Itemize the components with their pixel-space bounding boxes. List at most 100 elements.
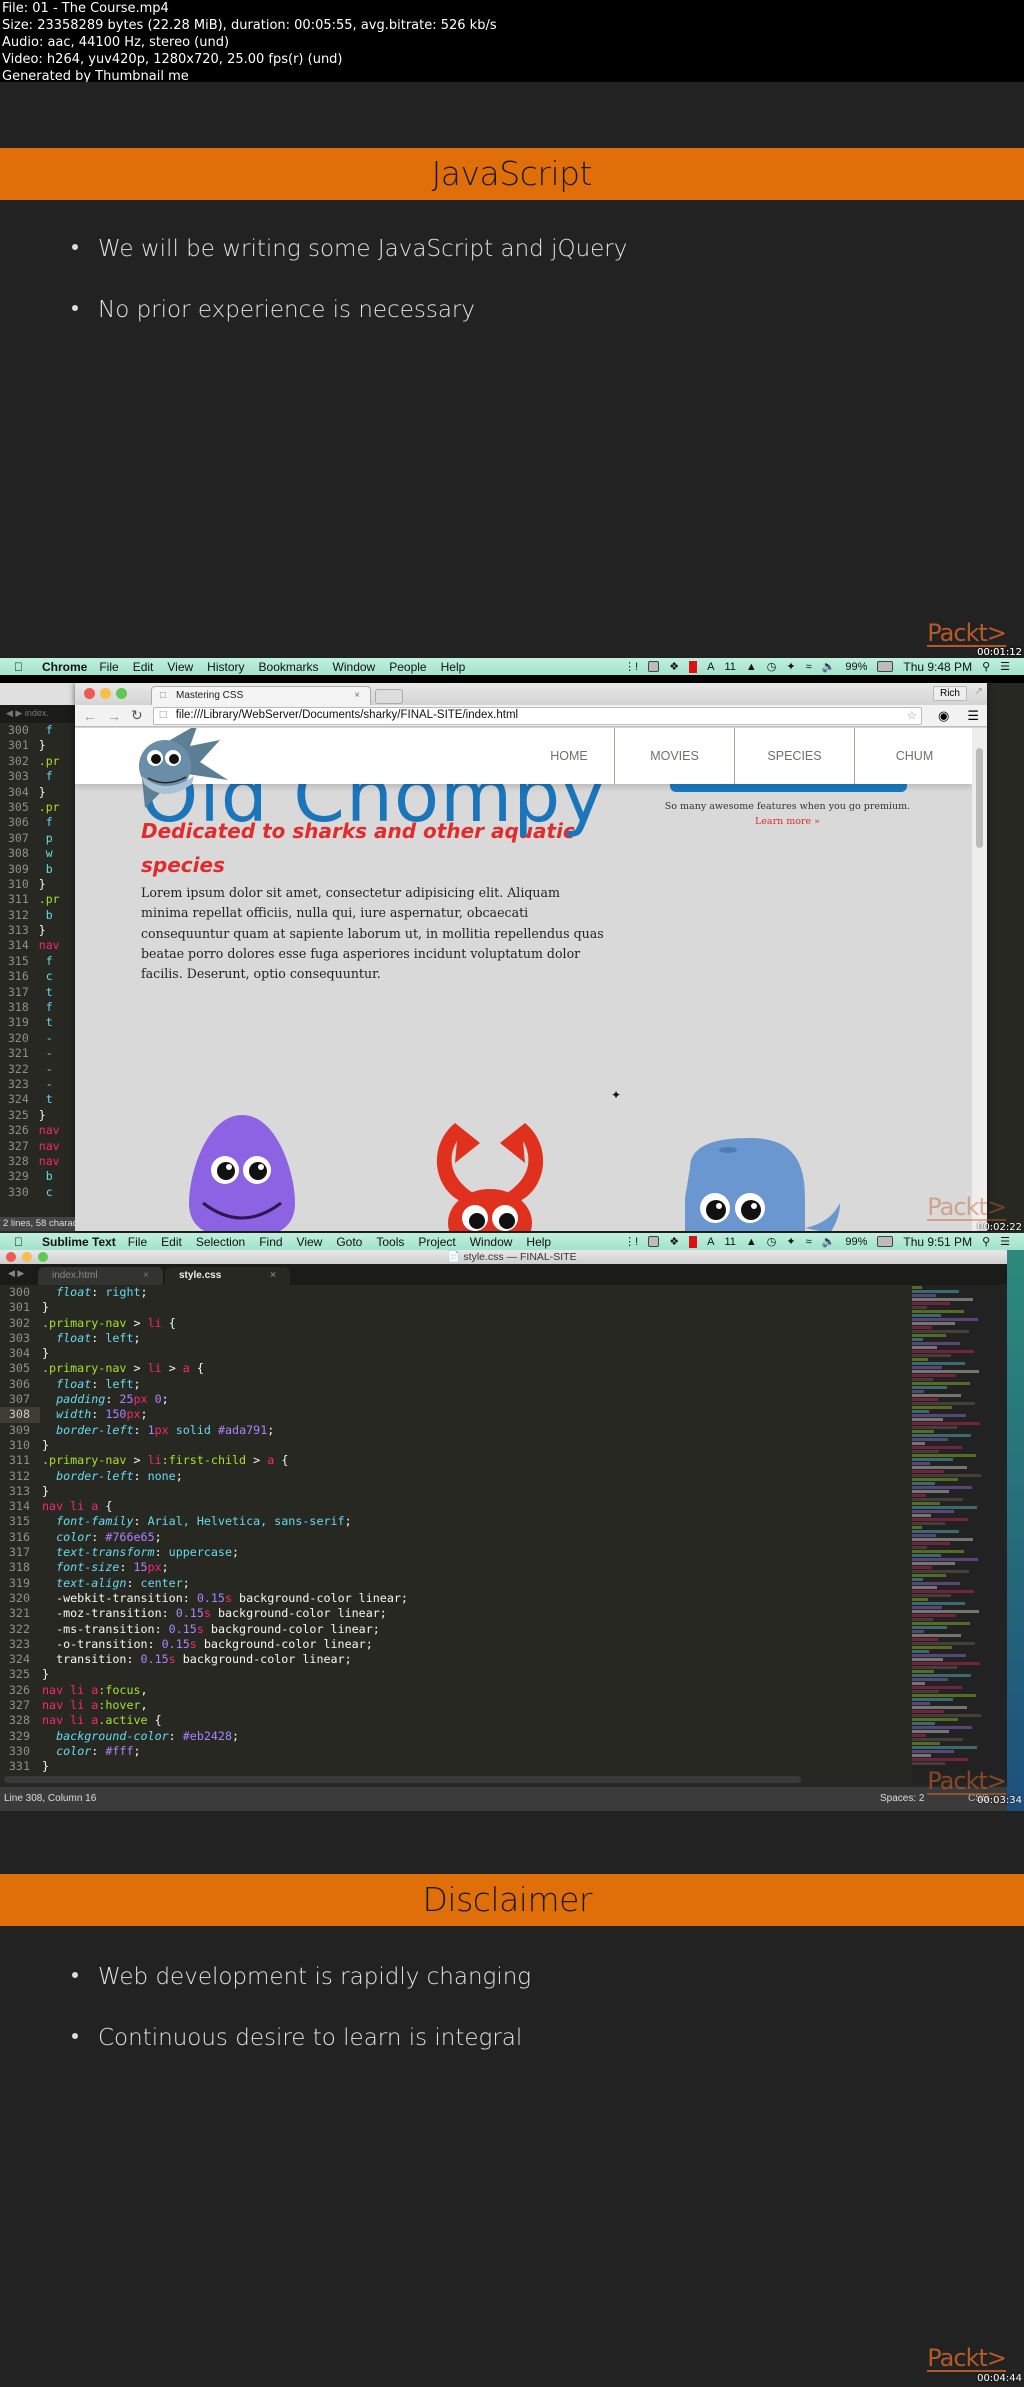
- spotlight-icon[interactable]: ⚲: [982, 660, 990, 674]
- app-menu-chrome[interactable]: Chrome: [42, 660, 87, 674]
- menu-edit[interactable]: Edit: [161, 1235, 182, 1249]
- new-tab-button[interactable]: [375, 689, 403, 704]
- code-line[interactable]: 319 text-align: center;: [0, 1576, 910, 1591]
- time-machine-icon[interactable]: ◷: [767, 1235, 777, 1249]
- code-line[interactable]: 316 color: #766e65;: [0, 1530, 910, 1545]
- nav-movies[interactable]: MOVIES: [614, 728, 734, 784]
- code-line[interactable]: 320 -webkit-transition: 0.15s background…: [0, 1591, 910, 1606]
- extension-icon[interactable]: ◉: [938, 708, 949, 724]
- adobe-icon[interactable]: A: [707, 660, 714, 674]
- menubar-clock[interactable]: Thu 9:51 PM: [903, 1235, 972, 1249]
- code-line[interactable]: 312 border-left: none;: [0, 1469, 910, 1484]
- menu-window[interactable]: Window: [470, 1235, 513, 1249]
- code-line[interactable]: 329 background-color: #eb2428;: [0, 1729, 910, 1744]
- profile-button[interactable]: Rich: [932, 686, 967, 701]
- code-line[interactable]: 303 float: left;: [0, 1331, 910, 1346]
- battery-icon[interactable]: [877, 661, 894, 672]
- code-line[interactable]: 314 nav li a {: [0, 1499, 910, 1514]
- code-line[interactable]: 328 nav li a.active {: [0, 1713, 910, 1728]
- code-line[interactable]: 304}: [0, 1346, 910, 1361]
- bell-icon[interactable]: ▲: [746, 1235, 757, 1249]
- menu-selection[interactable]: Selection: [196, 1235, 245, 1249]
- code-line[interactable]: 324 transition: 0.15s background-color l…: [0, 1652, 910, 1667]
- code-line[interactable]: 302 .primary-nav > li {: [0, 1316, 910, 1331]
- nav-chum[interactable]: CHUM: [854, 728, 972, 784]
- code-line[interactable]: 301}: [0, 1300, 910, 1315]
- code-line[interactable]: 315 font-family: Arial, Helvetica, sans-…: [0, 1514, 910, 1529]
- nav-home[interactable]: HOME: [509, 728, 629, 784]
- minimize-window-icon[interactable]: [22, 1252, 32, 1262]
- dropbox-icon[interactable]: ❖: [669, 1235, 679, 1249]
- learn-more-link[interactable]: Learn more »: [635, 816, 940, 827]
- volume-icon[interactable]: 🔈: [822, 1235, 836, 1249]
- bell-icon[interactable]: ▲: [746, 660, 757, 674]
- bluetooth-icon[interactable]: ✦: [786, 1235, 795, 1249]
- menu-window[interactable]: Window: [333, 660, 376, 674]
- minimize-window-icon[interactable]: [100, 688, 111, 699]
- tab-index-html[interactable]: index.html ×: [38, 1267, 163, 1285]
- code-line[interactable]: 307 padding: 25px 0;: [0, 1392, 910, 1407]
- chrome-menu-icon[interactable]: ☰: [967, 708, 979, 724]
- recording-icon[interactable]: [689, 1235, 698, 1248]
- indentation-setting[interactable]: Spaces: 2: [880, 1787, 924, 1811]
- apple-icon[interactable]: : [14, 1235, 32, 1249]
- code-line[interactable]: 327 nav li a:hover,: [0, 1698, 910, 1713]
- code-line[interactable]: 322 -ms-transition: 0.15s background-col…: [0, 1622, 910, 1637]
- code-line[interactable]: 306 float: left;: [0, 1377, 910, 1392]
- code-line[interactable]: 331}: [0, 1759, 910, 1774]
- code-line[interactable]: 313}: [0, 1484, 910, 1499]
- code-line[interactable]: 317 text-transform: uppercase;: [0, 1545, 910, 1560]
- menu-goto[interactable]: Goto: [336, 1235, 362, 1249]
- menu-project[interactable]: Project: [418, 1235, 455, 1249]
- bluetooth-icon[interactable]: ✦: [786, 660, 795, 674]
- apple-icon[interactable]: : [14, 660, 32, 674]
- fullscreen-icon[interactable]: ↗: [975, 686, 983, 697]
- tab-close-icon[interactable]: ×: [270, 1270, 276, 1281]
- reload-icon[interactable]: ↻: [131, 707, 143, 724]
- back-icon[interactable]: ←: [83, 708, 97, 724]
- menu-tools[interactable]: Tools: [376, 1235, 404, 1249]
- code-line[interactable]: 318 font-size: 15px;: [0, 1560, 910, 1575]
- nav-species[interactable]: SPECIES: [734, 728, 854, 784]
- menu-help[interactable]: Help: [441, 660, 466, 674]
- shark-logo-icon[interactable]: [120, 728, 240, 818]
- menu-edit[interactable]: Edit: [133, 660, 154, 674]
- code-line[interactable]: 309 border-left: 1px solid #ada791;: [0, 1423, 910, 1438]
- minimap[interactable]: [912, 1285, 1007, 1785]
- code-line[interactable]: 330 color: #fff;: [0, 1744, 910, 1759]
- bookmark-star-icon[interactable]: ☆: [907, 708, 917, 722]
- menu-help[interactable]: Help: [526, 1235, 551, 1249]
- forward-icon[interactable]: →: [107, 708, 121, 724]
- battery-icon[interactable]: [877, 1236, 894, 1247]
- wifi-icon[interactable]: ≈: [806, 1235, 812, 1249]
- address-bar[interactable]: □ file:///Library/WebServer/Documents/sh…: [152, 706, 922, 725]
- menu-view[interactable]: View: [167, 660, 193, 674]
- close-window-icon[interactable]: [84, 688, 95, 699]
- airplay-icon[interactable]: [648, 1236, 660, 1247]
- tab-close-icon[interactable]: ×: [354, 690, 360, 701]
- code-line[interactable]: 311 .primary-nav > li:first-child > a {: [0, 1453, 910, 1468]
- airplay-icon[interactable]: [648, 661, 660, 672]
- tab-style-css[interactable]: style.css ×: [165, 1267, 290, 1285]
- close-window-icon[interactable]: [6, 1252, 16, 1262]
- code-line[interactable]: 321 -moz-transition: 0.15s background-co…: [0, 1606, 910, 1621]
- zoom-window-icon[interactable]: [38, 1252, 48, 1262]
- recording-icon[interactable]: [689, 660, 698, 673]
- browser-tab[interactable]: □ Mastering CSS ×: [151, 686, 371, 705]
- zoom-window-icon[interactable]: [116, 688, 127, 699]
- horizontal-scrollbar[interactable]: [4, 1776, 801, 1783]
- adobe-icon[interactable]: A: [707, 1235, 714, 1249]
- scrollbar-thumb[interactable]: [976, 748, 983, 848]
- menu-bookmarks[interactable]: Bookmarks: [259, 660, 319, 674]
- tab-nav-arrows-icon[interactable]: ◀ ▶: [8, 1268, 24, 1279]
- menu-file[interactable]: File: [99, 660, 118, 674]
- time-machine-icon[interactable]: ◷: [767, 660, 777, 674]
- code-line[interactable]: 323 -o-transition: 0.15s background-colo…: [0, 1637, 910, 1652]
- code-line[interactable]: 305 .primary-nav > li > a {: [0, 1361, 910, 1376]
- signal-icon[interactable]: ⋮!: [624, 660, 638, 674]
- notification-center-icon[interactable]: ☰: [1000, 1235, 1010, 1249]
- signal-icon[interactable]: ⋮!: [624, 1235, 638, 1249]
- dropbox-icon[interactable]: ❖: [669, 660, 679, 674]
- page-scrollbar[interactable]: [972, 728, 987, 1231]
- menu-people[interactable]: People: [389, 660, 426, 674]
